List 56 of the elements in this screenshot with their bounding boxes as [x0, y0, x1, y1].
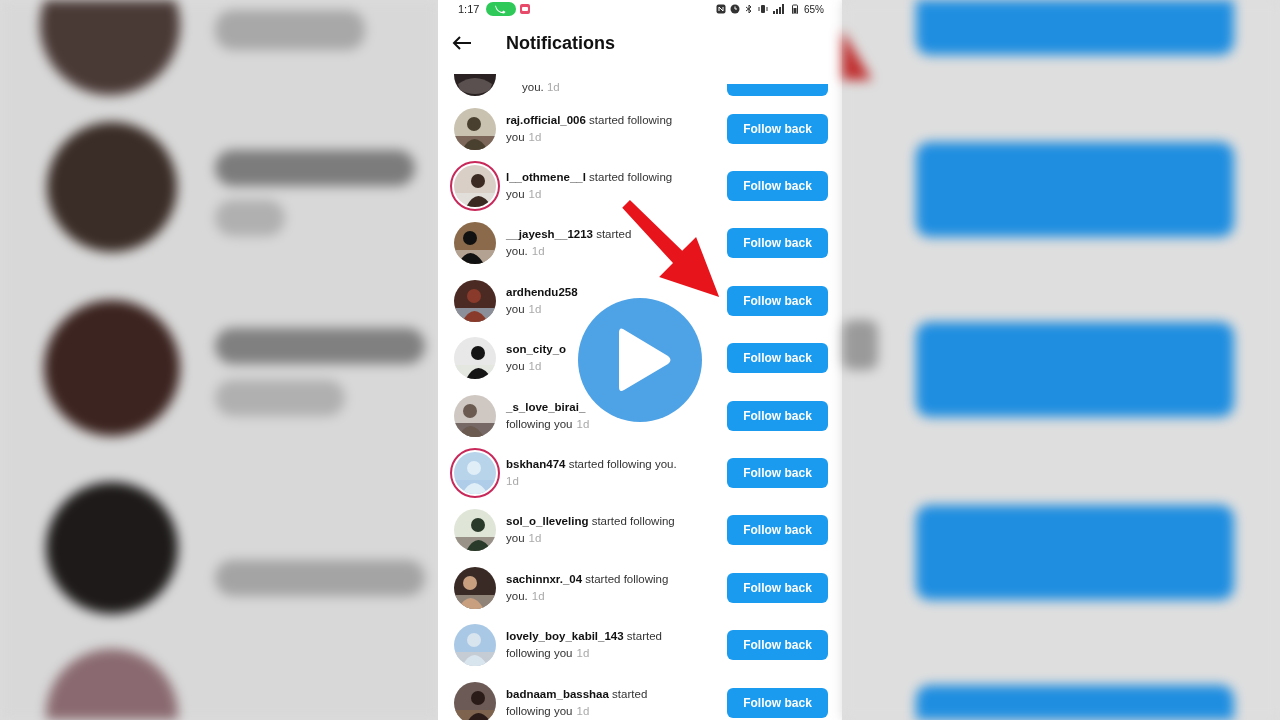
time-label: 1d [528, 187, 542, 203]
notification-text: you. [522, 81, 544, 93]
follow-back-button[interactable]: Follow back [727, 113, 828, 144]
notification-text: sol_o_lleveling started following [506, 514, 675, 530]
notification-text: following you [506, 703, 573, 719]
time-label: 1d [528, 129, 542, 145]
notification-text: badnaam_basshaa started [506, 686, 648, 702]
notification-text: you [506, 301, 525, 317]
notification-text: ardhendu258 [506, 284, 578, 300]
bluetooth-icon [744, 4, 754, 14]
notification-text: sachinnxr._04 started following [506, 571, 669, 587]
notification-text: l__othmene__l started following [506, 170, 673, 186]
follow-back-button[interactable]: Follow back [727, 687, 828, 718]
follow-back-button[interactable]: Follow back [727, 572, 828, 603]
time-label: 1d [576, 703, 590, 719]
notification-text: __jayesh__1213 started [506, 227, 632, 243]
follow-back-button[interactable]: Follow back [727, 228, 828, 259]
alarm-icon [730, 4, 740, 14]
notification-text: following you [506, 646, 573, 662]
notification-text: you. [506, 244, 528, 260]
notification-text: following you [506, 416, 573, 432]
notification-text: bskhan474 started following you. [506, 457, 677, 473]
time-label: 1d [528, 301, 542, 317]
time-label: 1d [531, 588, 545, 604]
follow-back-button[interactable]: Follow back [727, 630, 828, 661]
notification-text: you [506, 531, 525, 547]
clock-time: 1:17 [458, 3, 480, 15]
time-label: 1d [531, 244, 545, 260]
follow-back-button[interactable]: Follow back [727, 515, 828, 546]
notification-text: son_city_o [506, 342, 567, 358]
screen-title: Notifications [506, 32, 615, 54]
notification-text: lovely_boy_kabil_143 started [506, 629, 662, 645]
vibrate-icon [758, 4, 768, 14]
notification-text: you [506, 187, 525, 203]
battery-icon [790, 4, 800, 14]
time-label: 1d [506, 474, 519, 490]
battery-percent: 65% [804, 3, 824, 15]
follow-back-button[interactable]: Follow back [727, 458, 828, 489]
nfc-icon [716, 4, 726, 14]
notification-text: raj.official_006 started following [506, 112, 673, 128]
notification-text: you. [506, 588, 528, 604]
time-label: 1d [528, 531, 542, 547]
time-label: 1d [576, 416, 590, 432]
signal-icon [772, 4, 786, 14]
time-label: 1d [576, 646, 590, 662]
follow-back-button[interactable]: Follow back [727, 343, 828, 374]
follow-back-button[interactable]: Follow back [727, 171, 828, 202]
message-icon [520, 4, 531, 14]
time-label: 1d [546, 81, 560, 93]
back-arrow-icon[interactable] [452, 36, 472, 50]
follow-back-button[interactable]: Follow back [727, 285, 828, 316]
follow-back-button[interactable]: Follow back [727, 400, 828, 431]
notification-text: you [506, 129, 525, 145]
notification-text: you [506, 359, 525, 375]
notification-text: _s_love_birai_ [506, 399, 586, 415]
time-label: 1d [528, 359, 542, 375]
